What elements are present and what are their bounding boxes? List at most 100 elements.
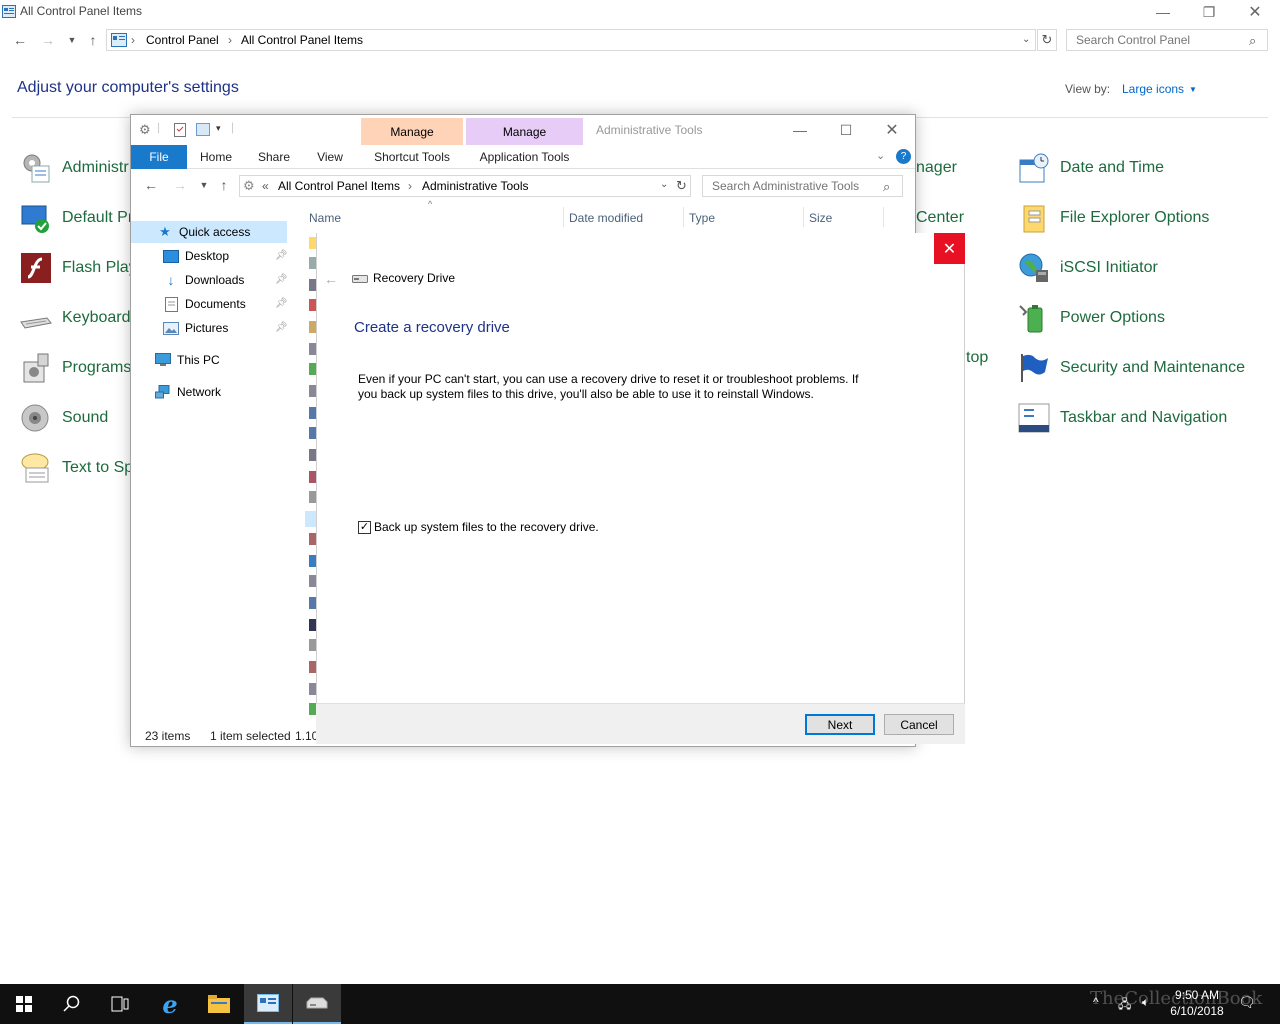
column-separator[interactable] [683, 207, 684, 227]
task-view-button[interactable] [96, 984, 144, 1024]
column-size[interactable]: Size [809, 211, 832, 225]
recovery-drive-taskbar-button[interactable] [293, 984, 341, 1024]
breadcrumb-administrative-tools[interactable]: Administrative Tools [422, 179, 529, 193]
nav-pictures[interactable]: Pictures [163, 317, 287, 339]
notifications-icon[interactable]: 🗨︎ [1238, 994, 1256, 1011]
tab-share[interactable]: Share [249, 145, 299, 169]
search-button[interactable] [48, 984, 96, 1024]
volume-muted-icon[interactable]: 🔈︎ [1142, 995, 1149, 1010]
chevron-up-icon[interactable]: ^ [1093, 995, 1099, 1009]
pin-icon[interactable]: 📌︎ [275, 250, 288, 261]
properties-icon[interactable]: ⚙ [139, 122, 151, 138]
nav-quick-access[interactable]: ★ Quick access [131, 221, 287, 243]
cp-item-administrative-tools[interactable]: Administr [20, 151, 129, 185]
breadcrumb-control-panel[interactable]: Control Panel [146, 33, 219, 47]
breadcrumb-all-items[interactable]: All Control Panel Items [278, 179, 400, 193]
backup-system-files-checkbox[interactable]: ✓ Back up system files to the recovery d… [358, 520, 599, 534]
internet-explorer-button[interactable]: e [146, 984, 194, 1024]
column-name[interactable]: Name [309, 211, 341, 225]
minimize-button[interactable]: — [1140, 0, 1186, 24]
new-folder-icon[interactable] [196, 123, 210, 136]
nav-downloads[interactable]: ↓ Downloads [163, 269, 287, 291]
search-icon[interactable]: ⌕ [883, 179, 890, 195]
back-arrow-icon[interactable]: ← [322, 270, 340, 288]
column-type[interactable]: Type [689, 211, 715, 225]
tab-view[interactable]: View [307, 145, 353, 169]
cp-item-label-partial[interactable]: Center [916, 209, 964, 227]
help-icon[interactable]: ? [896, 149, 911, 164]
expand-ribbon-icon[interactable]: ⌄ [876, 149, 885, 162]
address-bar[interactable]: › Control Panel › All Control Panel Item… [106, 29, 1036, 51]
cp-item-iscsi-initiator[interactable]: iSCSI Initiator [1018, 251, 1158, 285]
close-button[interactable]: ✕ [1232, 0, 1278, 24]
chevron-down-icon[interactable]: ⌄ [660, 179, 668, 190]
close-button[interactable]: ✕ [934, 233, 965, 264]
control-panel-taskbar-button[interactable] [244, 984, 292, 1024]
up-icon[interactable]: ↑ [83, 28, 103, 52]
search-input[interactable] [710, 176, 880, 196]
pin-icon[interactable]: 📌︎ [275, 322, 288, 333]
nav-this-pc[interactable]: This PC [155, 349, 220, 371]
cp-item-flash-player[interactable]: Flash Play [20, 251, 137, 285]
back-icon[interactable]: ← [10, 28, 30, 52]
cp-item-text-to-speech[interactable]: Text to Spe [20, 451, 142, 485]
tab-home[interactable]: Home [191, 145, 241, 169]
search-box[interactable]: ⌕ [1066, 29, 1268, 51]
up-icon[interactable]: ↑ [214, 173, 234, 197]
tab-manage-shortcut[interactable]: Manage [361, 118, 463, 145]
nav-desktop[interactable]: Desktop [163, 245, 287, 267]
pin-icon[interactable]: 📌︎ [275, 274, 288, 285]
back-icon[interactable]: ← [141, 173, 161, 197]
tab-application-tools[interactable]: Application Tools [466, 145, 583, 169]
nav-documents[interactable]: Documents [163, 293, 287, 315]
overflow-crumb[interactable]: « [262, 179, 269, 193]
cp-item-security-and-maintenance[interactable]: Security and Maintenance [1018, 351, 1245, 385]
view-by-dropdown[interactable]: Large icons ▼ [1122, 82, 1197, 96]
cp-item-default-programs[interactable]: Default Pr [20, 201, 133, 235]
cp-item-sound[interactable]: Sound [20, 401, 108, 435]
customize-qat-icon[interactable]: ▾ [216, 123, 221, 134]
system-clock[interactable]: 9:50 AM 6/10/2018 [1160, 987, 1234, 1019]
pin-icon[interactable]: 📌︎ [275, 298, 288, 309]
network-tray-icon[interactable]: 🖧︎ [1118, 995, 1131, 1016]
cp-item-file-explorer-options[interactable]: File Explorer Options [1018, 201, 1209, 235]
refresh-icon[interactable]: ↻ [1037, 29, 1057, 51]
forward-icon[interactable]: → [38, 28, 58, 52]
chevron-down-icon[interactable]: ⌄ [1022, 34, 1030, 45]
cancel-button[interactable]: Cancel [884, 714, 954, 735]
tab-shortcut-tools[interactable]: Shortcut Tools [361, 145, 463, 169]
search-icon[interactable]: ⌕ [1249, 33, 1256, 49]
recent-locations-icon[interactable]: ▼ [194, 173, 214, 197]
cp-item-label-partial[interactable]: nager [916, 159, 957, 177]
address-bar[interactable]: ⚙ « All Control Panel Items › Administra… [239, 175, 691, 197]
cp-item-label-partial[interactable]: top [966, 349, 988, 367]
search-input[interactable] [1074, 30, 1244, 50]
minimize-button[interactable]: — [777, 115, 823, 145]
cp-item-programs[interactable]: Programs [20, 351, 131, 385]
maximize-button[interactable]: ☐ [823, 115, 869, 145]
cp-item-power-options[interactable]: Power Options [1018, 301, 1165, 335]
breadcrumb-all-items[interactable]: All Control Panel Items [241, 33, 363, 47]
refresh-icon[interactable]: ↻ [676, 178, 687, 194]
file-explorer-button[interactable] [195, 984, 243, 1024]
tab-manage-application[interactable]: Manage [466, 118, 583, 145]
checkbox-checked-icon[interactable]: ✓ [358, 520, 371, 534]
search-box[interactable]: ⌕ [702, 175, 903, 197]
checklist-icon[interactable] [174, 123, 186, 137]
recent-locations-icon[interactable]: ▼ [62, 28, 82, 52]
cp-item-taskbar-and-navigation[interactable]: Taskbar and Navigation [1018, 401, 1227, 435]
forward-icon[interactable]: → [170, 173, 190, 197]
column-separator[interactable] [563, 207, 564, 227]
close-button[interactable]: ✕ [869, 115, 915, 145]
cp-item-date-and-time[interactable]: Date and Time [1018, 151, 1164, 185]
start-button[interactable] [0, 984, 48, 1024]
next-button[interactable]: Next [805, 714, 875, 735]
restore-button[interactable]: ❐ [1186, 0, 1232, 24]
column-separator[interactable] [803, 207, 804, 227]
cp-item-keyboard[interactable]: Keyboard [20, 301, 131, 335]
column-date-modified[interactable]: Date modified [569, 211, 643, 225]
tab-file[interactable]: File [131, 145, 187, 169]
nav-network[interactable]: Network [155, 381, 221, 403]
column-separator[interactable] [883, 207, 884, 227]
search-icon [63, 995, 80, 1012]
